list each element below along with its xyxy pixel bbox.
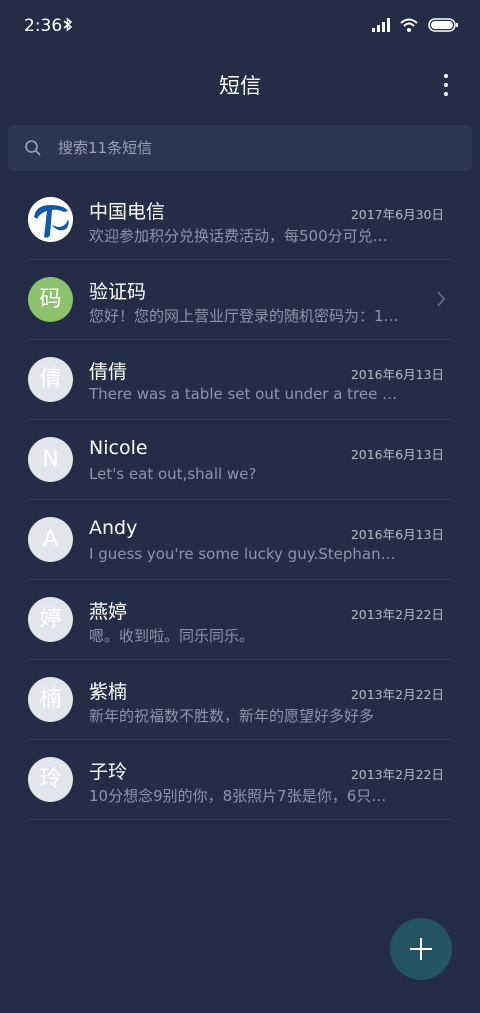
- divider: [28, 819, 452, 820]
- message-preview: 新年的祝福数不胜数，新年的愿望好多好多: [89, 707, 375, 725]
- message-preview: 嗯。收到啦。同乐同乐。: [89, 627, 255, 645]
- message-date: 2016年6月13日: [350, 447, 444, 462]
- message-date: 2013年2月22日: [350, 687, 444, 702]
- conversation-item[interactable]: 楠 紫楠 2013年2月22日 新年的祝福数不胜数，新年的愿望好多好多: [0, 660, 480, 740]
- message-preview: 欢迎参加积分兑换话费活动，每500分可兑换话费: [89, 227, 399, 245]
- conversation-item[interactable]: 码 验证码 您好！您的网上营业厅登录的随机密码为：123456: [0, 260, 480, 340]
- conversation-item[interactable]: N Nicole 2016年6月13日 Let's eat out,shall …: [0, 420, 480, 500]
- conversation-item[interactable]: 倩 倩倩 2016年6月13日 There was a table set ou…: [0, 340, 480, 420]
- avatar: 婷: [28, 597, 73, 642]
- contact-name: Nicole: [89, 437, 148, 459]
- message-date: 2017年6月30日: [350, 207, 444, 222]
- signal-icon: [372, 17, 390, 36]
- avatar: 玲: [28, 757, 73, 802]
- page-title: 短信: [219, 74, 261, 98]
- conversation-item[interactable]: 婷 燕婷 2013年2月22日 嗯。收到啦。同乐同乐。: [0, 580, 480, 660]
- message-preview: 您好！您的网上营业厅登录的随机密码为：123456: [89, 307, 399, 325]
- contact-name: 紫楠: [89, 681, 128, 703]
- contact-name: 燕婷: [89, 601, 128, 623]
- contact-name: 子玲: [89, 761, 128, 783]
- message-date: 2013年2月22日: [350, 767, 444, 782]
- search-bar[interactable]: [8, 125, 472, 171]
- message-date: 2016年6月13日: [350, 367, 444, 382]
- contact-name: Andy: [89, 517, 138, 539]
- contact-name: 倩倩: [89, 361, 128, 383]
- message-preview: 10分想念9别的你，8张照片7张是你，6只小羊: [89, 787, 399, 805]
- conversation-item[interactable]: 玲 子玲 2013年2月22日 10分想念9别的你，8张照片7张是你，6只小羊: [0, 740, 480, 820]
- contact-name: 中国电信: [89, 201, 166, 223]
- message-date: 2013年2月22日: [350, 607, 444, 622]
- avatar: A: [28, 517, 73, 562]
- message-preview: Let's eat out,shall we?: [89, 465, 257, 483]
- avatar: [28, 197, 73, 242]
- bluetooth-icon: [63, 17, 73, 36]
- title-bar: 短信: [0, 52, 480, 116]
- chevron-right-icon: [436, 290, 446, 312]
- conversation-list: 中国电信 2017年6月30日 欢迎参加积分兑换话费活动，每500分可兑换话费 …: [0, 180, 480, 820]
- message-preview: I guess you're some lucky guy.Stephanie …: [89, 545, 399, 563]
- battery-icon: [428, 17, 458, 36]
- conversation-item[interactable]: A Andy 2016年6月13日 I guess you're some lu…: [0, 500, 480, 580]
- contact-name: 验证码: [89, 281, 147, 303]
- more-button[interactable]: [440, 74, 452, 96]
- avatar: 楠: [28, 677, 73, 722]
- message-date: 2016年6月13日: [350, 527, 444, 542]
- new-message-button[interactable]: [390, 918, 452, 980]
- plus-icon: [410, 938, 432, 960]
- avatar: 码: [28, 277, 73, 322]
- search-icon: [24, 139, 42, 161]
- status-time: 2:36: [24, 16, 63, 36]
- conversation-item[interactable]: 中国电信 2017年6月30日 欢迎参加积分兑换话费活动，每500分可兑换话费: [0, 180, 480, 260]
- avatar: N: [28, 437, 73, 482]
- more-vertical-icon: [444, 74, 448, 78]
- china-telecom-logo-icon: [28, 197, 73, 242]
- message-preview: There was a table set out under a tree i…: [89, 385, 399, 403]
- wifi-icon: [400, 17, 418, 36]
- avatar: 倩: [28, 357, 73, 402]
- search-input[interactable]: [58, 139, 438, 157]
- status-bar: 2:36: [0, 0, 480, 52]
